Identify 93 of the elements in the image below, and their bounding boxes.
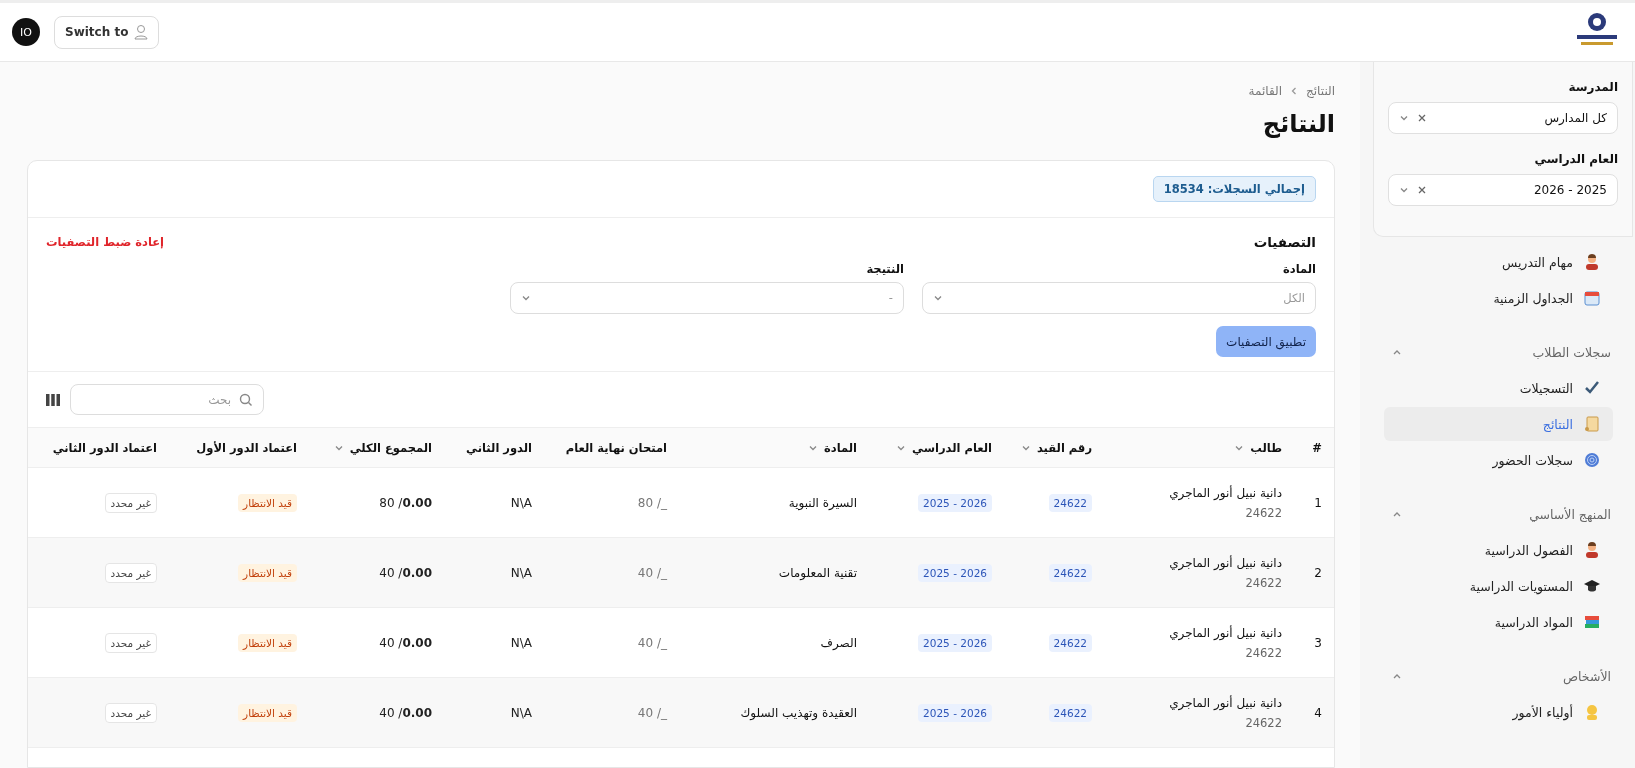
chevron-left-icon (1290, 86, 1298, 96)
student-id: 24622 (1244, 505, 1282, 520)
column-header: اعتماد الدور الثاني (52, 440, 157, 455)
academic-year-tag: 2026 - 2025 (918, 633, 992, 652)
subject-cell: الصرف (820, 635, 857, 650)
status-badge: غير محدد (104, 702, 157, 723)
apply-filters-button[interactable]: تطبيق التصفيات (1216, 326, 1316, 357)
status-badge: غير محدد (104, 492, 157, 513)
nav-item[interactable]: الفصول الدراسية (1384, 533, 1613, 567)
filters-title: التصفيات (1253, 234, 1316, 250)
nav-section-header[interactable]: سجلات الطلاب (1384, 335, 1613, 369)
row-number: 1 (1314, 495, 1322, 510)
row-number: 4 (1314, 705, 1322, 720)
scroll-icon (1583, 415, 1601, 433)
column-header: الدور الثاني (466, 440, 532, 455)
total-score: 40 /0.00 (379, 705, 432, 720)
total-score: 40 /0.00 (379, 565, 432, 580)
field-label: المادة (1282, 262, 1316, 276)
exam-score: 40 /_ (637, 705, 667, 720)
nav-item[interactable]: الجداول الزمنية (1384, 281, 1613, 315)
second-round-cell: N\A (510, 635, 532, 650)
registration-tag: 24622 (1048, 633, 1092, 652)
student-name: دانية نبيل أنور الماجري (1168, 485, 1282, 500)
page-title: النتائج (1261, 110, 1335, 138)
student-name: دانية نبيل أنور الماجري (1168, 555, 1282, 570)
registration-tag: 24622 (1048, 703, 1092, 722)
nav-section-header[interactable]: المنهج الأساسي (1384, 497, 1613, 531)
academic-year-tag: 2026 - 2025 (918, 493, 992, 512)
search-icon (239, 392, 253, 407)
column-header: # (1312, 440, 1322, 455)
nav-item[interactable]: سجلات الحضور (1384, 443, 1613, 477)
subject-cell: السيرة النبوية (788, 495, 857, 510)
chevron-down-icon (933, 293, 943, 303)
nav-item[interactable]: النتائج (1384, 407, 1613, 441)
total-score: 80 /0.00 (379, 495, 432, 510)
nav-section-header[interactable]: الأشخاص (1384, 659, 1613, 693)
nav-item[interactable]: المستويات الدراسية (1384, 569, 1613, 603)
second-round-cell: N\A (510, 705, 532, 720)
student-id: 24622 (1244, 715, 1282, 730)
nav-item[interactable]: التسجيلات (1384, 371, 1613, 405)
status-badge: قيد الانتظار (238, 633, 297, 652)
subject-cell: العقيدة وتهذيب السلوك (740, 705, 857, 720)
status-badge: قيد الانتظار (238, 563, 297, 582)
exam-score: 40 /_ (637, 635, 667, 650)
row-number: 2 (1314, 565, 1322, 580)
exam-score: 80 /_ (637, 495, 667, 510)
registration-tag: 24622 (1048, 493, 1092, 512)
status-badge: قيد الانتظار (238, 703, 297, 722)
chevron-down-icon (1399, 113, 1409, 123)
column-header: امتحان نهاية العام (565, 440, 667, 455)
status-badge: غير محدد (104, 562, 157, 583)
second-round-cell: N\A (510, 495, 532, 510)
academic-year-tag: 2026 - 2025 (918, 703, 992, 722)
total-records-badge: إجمالي السجلات: 18534 (1152, 176, 1316, 202)
status-badge: قيد الانتظار (238, 493, 297, 512)
calendar-icon (1583, 289, 1601, 307)
student-id: 24622 (1244, 575, 1282, 590)
year-select[interactable]: 2025 - 2026 (1388, 174, 1618, 206)
user-icon (134, 24, 149, 40)
subject-cell: تقنية المعلومات (778, 565, 857, 580)
switch-button[interactable]: Switch to (54, 15, 160, 49)
books-icon (1583, 613, 1601, 631)
exam-score: 40 /_ (637, 565, 667, 580)
nav-item[interactable]: أولياء الأمور (1384, 695, 1613, 729)
total-score: 40 /0.00 (379, 635, 432, 650)
column-header: اعتماد الدور الأول (196, 440, 297, 455)
breadcrumb-link[interactable]: القائمة (1248, 84, 1282, 98)
breadcrumb-link[interactable]: النتائج (1306, 84, 1335, 98)
column-header[interactable]: المادة (808, 440, 857, 455)
columns-icon[interactable] (46, 393, 60, 406)
student-id: 24622 (1244, 645, 1282, 660)
close-icon[interactable] (1417, 185, 1427, 195)
person-icon (1583, 253, 1601, 271)
column-header[interactable]: طالب (1234, 440, 1282, 455)
user-avatar[interactable]: IO (12, 18, 40, 46)
status-badge: غير محدد (104, 632, 157, 653)
school-select[interactable]: كل المدارس (1388, 102, 1618, 134)
person-icon (1583, 541, 1601, 559)
reset-filters-link[interactable]: إعادة ضبط التصفيات (46, 235, 165, 249)
field-label: المدرسة (1567, 80, 1618, 94)
chevron-down-icon (521, 293, 531, 303)
second-round-cell: N\A (510, 565, 532, 580)
student-name: دانية نبيل أنور الماجري (1168, 625, 1282, 640)
row-number: 3 (1314, 635, 1322, 650)
chevron-down-icon (1399, 185, 1409, 195)
academic-year-tag: 2026 - 2025 (918, 563, 992, 582)
close-icon[interactable] (1417, 113, 1427, 123)
registration-tag: 24622 (1048, 563, 1092, 582)
student-name: دانية نبيل أنور الماجري (1168, 695, 1282, 710)
nav-item[interactable]: مهام التدريس (1384, 245, 1613, 279)
nav-item[interactable]: المواد الدراسية (1384, 605, 1613, 639)
field-label: النتيجة (865, 262, 904, 276)
field-label: العام الدراسي (1533, 152, 1618, 166)
